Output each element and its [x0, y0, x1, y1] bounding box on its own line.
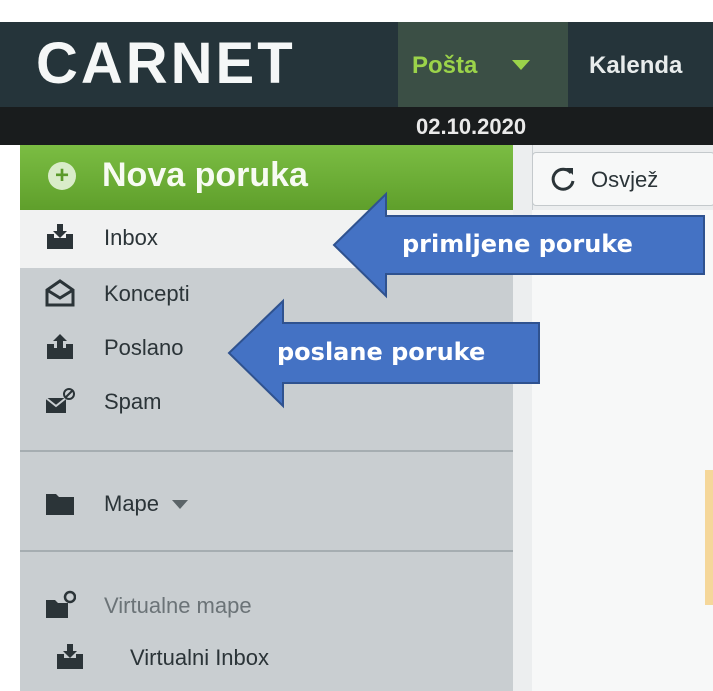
virtual-folder-icon — [46, 590, 76, 618]
refresh-icon — [551, 167, 575, 191]
callout-sent-label: poslane poruke — [277, 338, 486, 366]
tab-kalendar-label: Kalenda — [589, 52, 683, 79]
sidebar-item-virtual-inbox[interactable]: Virtualni Inbox — [20, 632, 513, 684]
sidebar-item-label: Virtualni Inbox — [130, 645, 270, 670]
spam-icon — [45, 388, 75, 413]
sidebar-item-mape[interactable]: Mape — [20, 478, 513, 530]
sidebar-item-virtual-folders[interactable]: Virtualne mape — [20, 580, 513, 632]
drafts-icon — [45, 279, 75, 307]
sidebar-item-label: Mape — [104, 491, 160, 516]
sidebar-item-label: Spam — [104, 389, 162, 414]
sidebar-item-label: Koncepti — [104, 281, 190, 306]
notice-panel-edge — [705, 470, 713, 605]
divider — [20, 450, 513, 452]
callout-received-label: primljene poruke — [402, 230, 633, 258]
date-bar: 02.10.2020 — [0, 107, 713, 145]
new-message-label: Nova poruka — [102, 156, 308, 194]
plus-icon: + — [48, 162, 76, 190]
folder-icon — [46, 494, 74, 515]
carnet-logo[interactable]: CARNET — [36, 34, 296, 94]
inbox-icon — [47, 224, 73, 249]
chevron-down-icon — [512, 60, 530, 70]
chevron-down-icon — [172, 500, 188, 509]
callout-received-messages: primljene poruke — [330, 190, 708, 300]
virtual-inbox-icon — [57, 644, 83, 669]
tab-kalendar[interactable]: Kalenda — [573, 22, 713, 107]
current-date: 02.10.2020 — [416, 114, 527, 139]
sent-icon — [47, 334, 73, 359]
callout-sent-messages: poslane poruke — [225, 297, 543, 410]
tab-posta[interactable]: Pošta — [398, 22, 568, 107]
sidebar-item-label: Inbox — [104, 225, 158, 250]
divider — [20, 550, 513, 552]
tab-posta-label: Pošta — [412, 52, 478, 79]
sidebar-item-label: Virtualne mape — [104, 593, 252, 618]
top-bar: CARNET Pošta Kalenda — [0, 22, 713, 107]
sidebar-item-label: Poslano — [104, 335, 184, 360]
